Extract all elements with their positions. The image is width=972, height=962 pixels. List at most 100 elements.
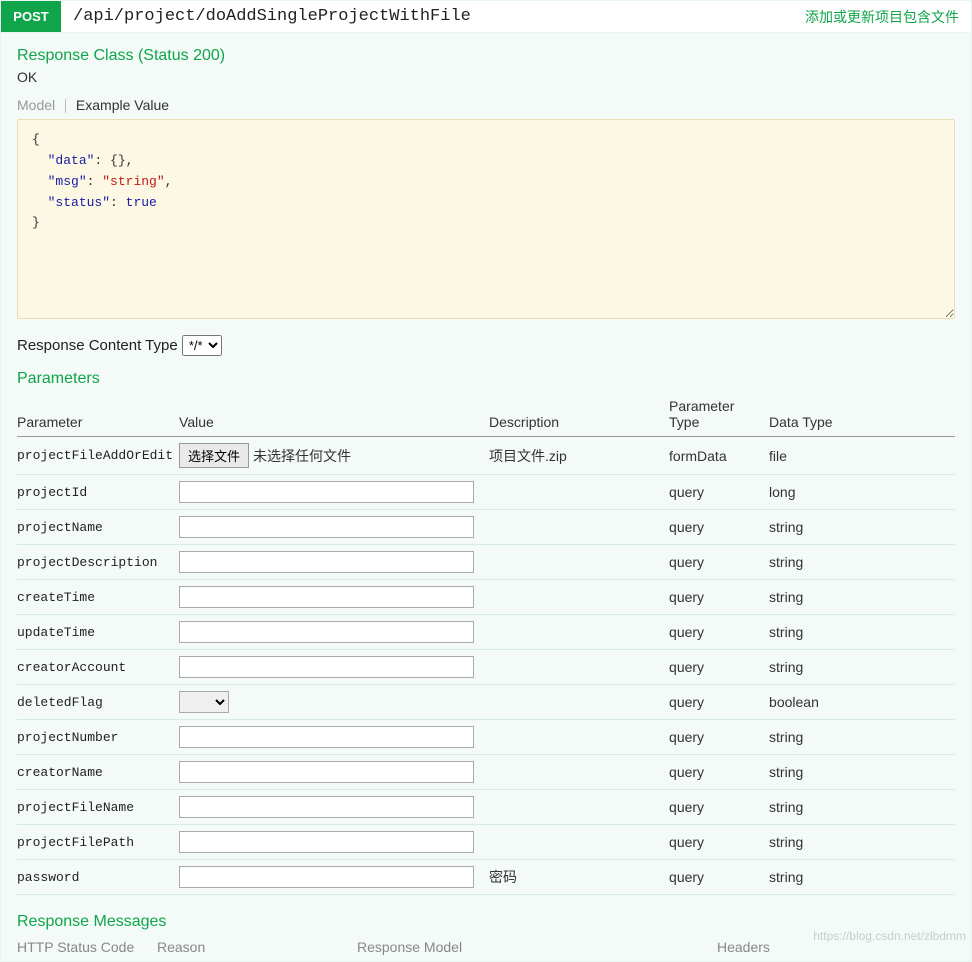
table-row: projectFileAddOrEdit选择文件未选择任何文件项目文件.zipf… — [17, 437, 955, 475]
param-type: query — [669, 545, 769, 580]
param-data-type: string — [769, 825, 955, 860]
param-data-type: string — [769, 755, 955, 790]
param-select[interactable] — [179, 691, 229, 713]
operation-path: /api/project/doAddSingleProjectWithFile — [61, 7, 805, 26]
param-value-cell — [179, 615, 489, 650]
operation-panel: POST /api/project/doAddSingleProjectWith… — [0, 0, 972, 962]
operation-header[interactable]: POST /api/project/doAddSingleProjectWith… — [1, 1, 971, 33]
table-row: creatorAccount querystring — [17, 650, 955, 685]
param-type: query — [669, 580, 769, 615]
param-text-input[interactable] — [179, 761, 474, 783]
response-content-type-row: Response Content Type */* — [17, 335, 955, 356]
param-description: 密码 — [489, 860, 669, 895]
param-value-cell — [179, 825, 489, 860]
col-headers: Headers — [717, 935, 955, 955]
param-description — [489, 825, 669, 860]
param-description: 项目文件.zip — [489, 437, 669, 475]
param-data-type: long — [769, 475, 955, 510]
param-text-input[interactable] — [179, 516, 474, 538]
param-data-type: string — [769, 615, 955, 650]
response-messages-heading: Response Messages — [17, 913, 955, 931]
param-type: query — [669, 825, 769, 860]
tab-model[interactable]: Model — [17, 97, 61, 113]
param-name: projectId — [17, 475, 179, 510]
table-row: createTimequerystring — [17, 580, 955, 615]
param-description — [489, 650, 669, 685]
param-text-input[interactable] — [179, 656, 474, 678]
table-row: updateTimequerystring — [17, 615, 955, 650]
param-text-input[interactable] — [179, 481, 474, 503]
table-row: projectFileNamequerystring — [17, 790, 955, 825]
param-text-input[interactable] — [179, 551, 474, 573]
param-description — [489, 755, 669, 790]
choose-file-button[interactable]: 选择文件 — [179, 443, 249, 468]
param-name: deletedFlag — [17, 685, 179, 720]
col-reason: Reason — [157, 935, 357, 955]
param-text-input[interactable] — [179, 621, 474, 643]
param-value-cell — [179, 685, 489, 720]
param-description — [489, 685, 669, 720]
param-data-type: string — [769, 790, 955, 825]
param-text-input[interactable] — [179, 586, 474, 608]
tab-separator — [65, 99, 66, 113]
param-data-type: string — [769, 860, 955, 895]
param-description — [489, 545, 669, 580]
param-data-type: string — [769, 510, 955, 545]
param-name: projectNumber — [17, 720, 179, 755]
param-name: projectDescription — [17, 545, 179, 580]
param-value-cell — [179, 650, 489, 685]
table-row: projectName querystring — [17, 510, 955, 545]
param-name: password — [17, 860, 179, 895]
param-value-cell: 选择文件未选择任何文件 — [179, 437, 489, 475]
param-value-cell — [179, 790, 489, 825]
param-data-type: string — [769, 545, 955, 580]
file-status-text: 未选择任何文件 — [253, 448, 351, 464]
param-name: projectFileAddOrEdit — [17, 437, 179, 475]
col-value: Value — [179, 392, 489, 437]
param-type: query — [669, 615, 769, 650]
param-type: query — [669, 790, 769, 825]
param-data-type: string — [769, 650, 955, 685]
example-json-box[interactable]: { "data": {}, "msg": "string", "status":… — [17, 119, 955, 319]
response-content-type-label: Response Content Type — [17, 337, 178, 354]
col-description: Description — [489, 392, 669, 437]
param-text-input[interactable] — [179, 796, 474, 818]
col-param-type: ParameterType — [669, 392, 769, 437]
tab-example-value[interactable]: Example Value — [76, 97, 175, 113]
param-value-cell — [179, 545, 489, 580]
param-data-type: boolean — [769, 685, 955, 720]
param-name: createTime — [17, 580, 179, 615]
col-data-type: Data Type — [769, 392, 955, 437]
http-method-badge: POST — [1, 1, 61, 32]
table-row: projectNumberquerystring — [17, 720, 955, 755]
param-text-input[interactable] — [179, 831, 474, 853]
param-type: query — [669, 475, 769, 510]
param-description — [489, 580, 669, 615]
param-value-cell — [179, 510, 489, 545]
param-text-input[interactable] — [179, 726, 474, 748]
operation-summary: 添加或更新项目包含文件 — [805, 7, 971, 27]
response-messages-table: HTTP Status Code Reason Response Model H… — [17, 935, 955, 955]
table-row: creatorName querystring — [17, 755, 955, 790]
response-tabs: Model Example Value — [17, 97, 955, 113]
table-row: password密码querystring — [17, 860, 955, 895]
parameters-heading: Parameters — [17, 370, 955, 388]
param-type: query — [669, 510, 769, 545]
param-type: query — [669, 755, 769, 790]
col-response-model: Response Model — [357, 935, 717, 955]
param-name: projectName — [17, 510, 179, 545]
param-name: creatorName — [17, 755, 179, 790]
param-description — [489, 510, 669, 545]
param-text-input[interactable] — [179, 866, 474, 888]
param-type: query — [669, 650, 769, 685]
col-http-status: HTTP Status Code — [17, 935, 157, 955]
param-value-cell — [179, 580, 489, 615]
response-class-heading: Response Class (Status 200) — [17, 47, 955, 65]
param-name: creatorAccount — [17, 650, 179, 685]
operation-body: Response Class (Status 200) OK Model Exa… — [1, 33, 971, 961]
param-description — [489, 720, 669, 755]
param-type: query — [669, 720, 769, 755]
table-row: projectDescription querystring — [17, 545, 955, 580]
table-row: deletedFlagqueryboolean — [17, 685, 955, 720]
response-content-type-select[interactable]: */* — [182, 335, 222, 356]
